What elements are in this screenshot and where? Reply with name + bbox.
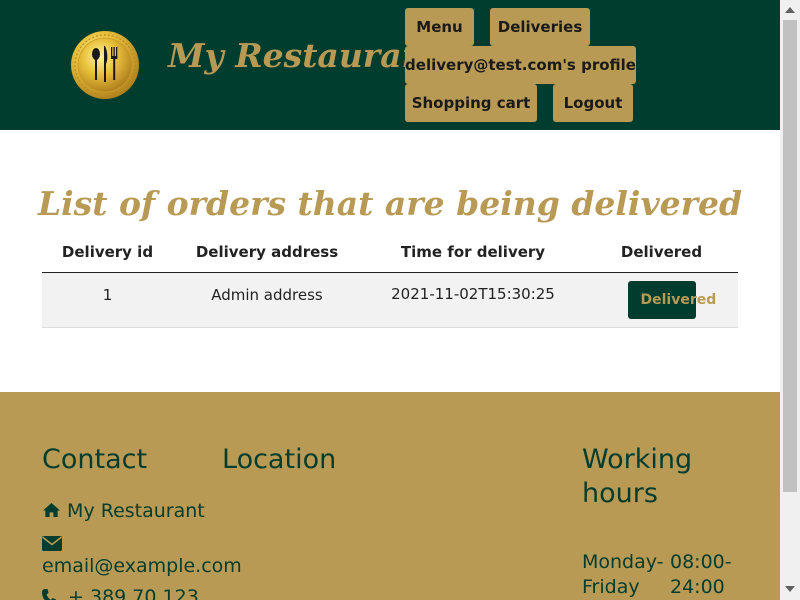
table-header-row: Delivery id Delivery address Time for de…	[42, 233, 738, 273]
hours-time-line1: 08:00-	[670, 551, 732, 573]
footer-location-title: Location	[222, 444, 337, 475]
column-header-delivered: Delivered	[585, 233, 738, 273]
cell-delivery-time: 2021-11-02T15:30:25	[361, 272, 585, 328]
table-row: 1 Admin address 2021-11-02T15:30:25 Deli…	[42, 272, 738, 328]
footer-contact-title: Contact	[42, 444, 148, 475]
site-header: My Restaurant Menu Deliveries delivery@t…	[0, 0, 780, 130]
deliveries-table: Delivery id Delivery address Time for de…	[42, 233, 738, 328]
hours-time-line2: 24:00	[670, 576, 725, 598]
nav-logout-button[interactable]: Logout	[553, 84, 633, 122]
hours-days: Monday- Friday	[582, 550, 664, 600]
scroll-down-icon[interactable]	[780, 580, 800, 598]
page-title: List of orders that are being delivered	[37, 184, 743, 223]
column-header-delivery-address: Delivery address	[173, 233, 361, 273]
vertical-scrollbar[interactable]	[780, 0, 800, 600]
delivered-button[interactable]: Delivered	[627, 280, 716, 319]
contact-phone: + 389 70 123	[68, 586, 199, 600]
contact-email-icon-line	[42, 534, 62, 556]
restaurant-logo-icon[interactable]	[70, 30, 140, 100]
hours-day-line2: Friday	[582, 576, 640, 598]
phone-icon	[42, 589, 56, 600]
envelope-icon	[42, 536, 62, 551]
contact-phone-line: + 389 70 123	[42, 586, 199, 600]
nav-profile-button[interactable]: delivery@test.com's profile	[405, 46, 636, 84]
viewport: My Restaurant Menu Deliveries delivery@t…	[0, 0, 780, 600]
cell-delivered-action: Delivered	[585, 272, 738, 328]
hours-times: 08:00- 24:00	[670, 550, 732, 600]
nav-deliveries-button[interactable]: Deliveries	[490, 8, 590, 46]
footer-hours-title-line1: Working	[582, 444, 693, 475]
column-header-delivery-id: Delivery id	[42, 233, 173, 273]
scroll-up-icon[interactable]	[780, 1, 800, 19]
nav-shopping-cart-button[interactable]: Shopping cart	[405, 84, 537, 122]
hours-day-line1: Monday-	[582, 551, 664, 573]
scrollbar-thumb[interactable]	[783, 20, 797, 492]
nav-menu-button[interactable]: Menu	[405, 8, 474, 46]
brand-title[interactable]: My Restaurant	[168, 36, 441, 75]
home-icon	[43, 502, 60, 518]
cell-delivery-id: 1	[42, 272, 173, 328]
contact-name-line: My Restaurant	[42, 500, 205, 522]
cell-delivery-address: Admin address	[173, 272, 361, 328]
contact-name: My Restaurant	[67, 500, 205, 522]
site-footer: Contact Location Working hours My Restau…	[0, 392, 780, 600]
footer-hours-title-line2: hours	[582, 478, 658, 509]
column-header-time-for-delivery: Time for delivery	[361, 233, 585, 273]
contact-email[interactable]: email@example.com	[42, 555, 242, 577]
